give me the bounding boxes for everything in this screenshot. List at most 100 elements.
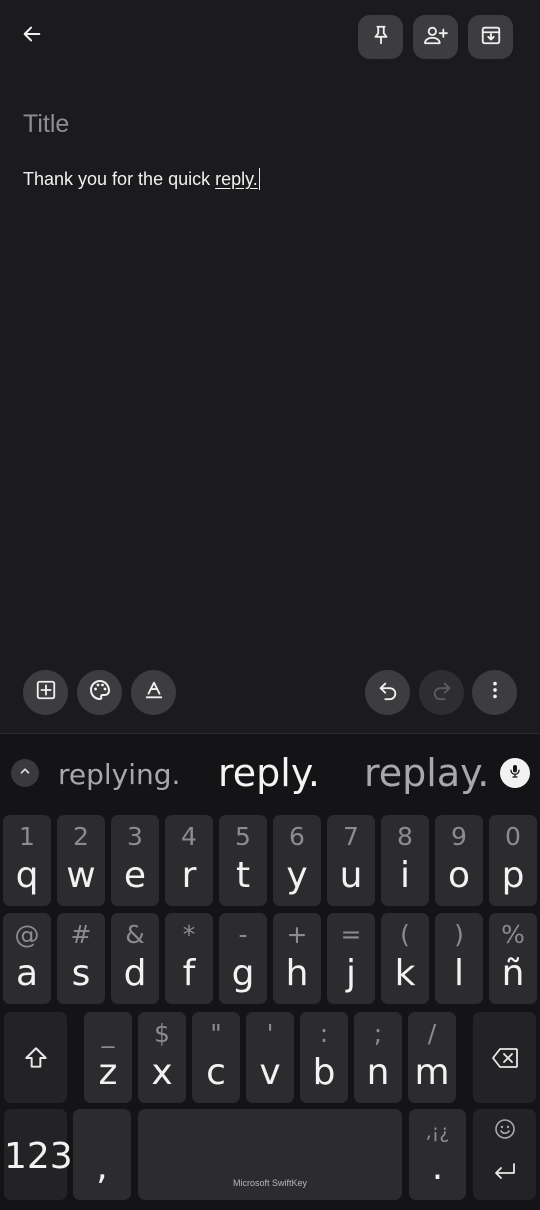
archive-button[interactable] — [468, 15, 513, 59]
key-hint: 1 — [19, 822, 35, 851]
suggestion-left[interactable]: replying. — [58, 758, 180, 791]
key-hint: ; — [373, 1019, 383, 1048]
key-y[interactable]: 6y — [273, 815, 321, 906]
key-label: u — [339, 855, 363, 896]
key-hint: 5 — [235, 822, 251, 851]
key-label: r — [181, 855, 197, 896]
background-color-button[interactable] — [77, 670, 122, 715]
back-arrow-icon — [21, 23, 43, 50]
key-hint: 0 — [505, 822, 521, 851]
suggestion-right[interactable]: replay. — [364, 751, 489, 795]
text-format-button[interactable] — [131, 670, 176, 715]
key-hint: ' — [266, 1019, 274, 1048]
undo-icon — [377, 679, 399, 706]
shift-key[interactable] — [4, 1012, 67, 1103]
key-g[interactable]: -g — [219, 913, 267, 1004]
key-c[interactable]: " c — [192, 1012, 240, 1103]
key-hint: @ — [14, 920, 40, 949]
note-body-text: Thank you for the quick — [23, 169, 216, 189]
key-k[interactable]: (k — [381, 913, 429, 1004]
add-collaborator-button[interactable] — [413, 15, 458, 59]
enter-key[interactable] — [473, 1109, 536, 1200]
archive-icon — [480, 24, 502, 51]
key-ñ[interactable]: % ñ — [489, 913, 537, 1004]
text-cursor — [258, 168, 261, 190]
key-label: t — [235, 855, 251, 896]
key-s[interactable]: # s — [57, 913, 105, 1004]
key-v[interactable]: ' v — [246, 1012, 294, 1103]
key-label: x — [151, 1052, 173, 1093]
key-hint: ) — [454, 920, 464, 949]
comma-key-label: , — [96, 1147, 108, 1188]
key-hint: 4 — [181, 822, 197, 851]
text-format-icon — [143, 679, 165, 706]
key-j[interactable]: = j — [327, 913, 375, 1004]
key-label: v — [259, 1052, 281, 1093]
key-w[interactable]: 2w — [57, 815, 105, 906]
pin-button[interactable] — [358, 15, 403, 59]
key-p[interactable]: 0p — [489, 815, 537, 906]
more-options-button[interactable] — [472, 670, 517, 715]
key-q[interactable]: 1q — [3, 815, 51, 906]
key-hint: 8 — [397, 822, 413, 851]
key-f[interactable]: * f — [165, 913, 213, 1004]
key-r[interactable]: 4r — [165, 815, 213, 906]
key-hint: " — [210, 1019, 222, 1048]
redo-icon — [431, 679, 453, 706]
keyboard: replying. reply. replay. 1q2w3e4r5t6y7u8… — [0, 734, 540, 1210]
key-d[interactable]: & d — [111, 913, 159, 1004]
suggestion-bar: replying. reply. replay. — [0, 734, 540, 812]
undo-button[interactable] — [365, 670, 410, 715]
key-hint: = — [340, 920, 362, 949]
key-label: g — [231, 953, 255, 994]
toolbar-expand-button[interactable] — [11, 759, 39, 787]
key-label: l — [453, 953, 464, 994]
key-label: q — [15, 855, 39, 896]
period-key[interactable]: ,¡¿ . — [409, 1109, 466, 1200]
redo-button[interactable] — [419, 670, 464, 715]
key-hint: $ — [154, 1019, 170, 1048]
key-u[interactable]: 7u — [327, 815, 375, 906]
enter-icon — [473, 1161, 536, 1188]
key-t[interactable]: 5t — [219, 815, 267, 906]
emoji-icon[interactable] — [473, 1117, 536, 1146]
add-content-button[interactable] — [23, 670, 68, 715]
backspace-key[interactable] — [473, 1012, 536, 1103]
key-i[interactable]: 8i — [381, 815, 429, 906]
key-label: y — [286, 855, 308, 896]
key-hint: / — [427, 1019, 437, 1048]
key-l[interactable]: ) l — [435, 913, 483, 1004]
back-button[interactable] — [12, 16, 52, 56]
key-label: d — [123, 953, 147, 994]
key-h[interactable]: + h — [273, 913, 321, 1004]
key-x[interactable]: $ x — [138, 1012, 186, 1103]
period-key-label: . — [431, 1147, 444, 1188]
voice-input-button[interactable] — [500, 758, 530, 788]
space-key[interactable]: Microsoft SwiftKey — [138, 1109, 402, 1200]
key-label: j — [345, 953, 356, 994]
more-vert-icon — [484, 679, 506, 706]
key-b[interactable]: :b — [300, 1012, 348, 1103]
key-m[interactable]: / m — [408, 1012, 456, 1103]
note-title-input[interactable]: Title — [23, 110, 69, 139]
key-o[interactable]: 9o — [435, 815, 483, 906]
suggestion-center[interactable]: reply. — [218, 751, 320, 795]
key-hint: _ — [101, 1019, 115, 1048]
key-hint: * — [182, 920, 196, 949]
add-box-icon — [35, 679, 57, 706]
key-hint: 2 — [73, 822, 89, 851]
key-hint: # — [70, 920, 92, 949]
top-actions — [358, 15, 513, 59]
numbers-key[interactable]: 123 — [4, 1109, 73, 1200]
key-label: p — [501, 855, 525, 896]
key-label: w — [66, 855, 96, 896]
key-a[interactable]: @ a — [3, 913, 51, 1004]
key-label: i — [399, 855, 410, 896]
key-n[interactable]: ; n — [354, 1012, 402, 1103]
comma-key[interactable]: , — [73, 1109, 131, 1200]
pin-icon — [370, 24, 392, 51]
key-hint: + — [286, 920, 308, 949]
key-z[interactable]: _ z — [84, 1012, 132, 1103]
key-e[interactable]: 3e — [111, 815, 159, 906]
note-body-input[interactable]: Thank you for the quick reply. — [23, 168, 261, 190]
